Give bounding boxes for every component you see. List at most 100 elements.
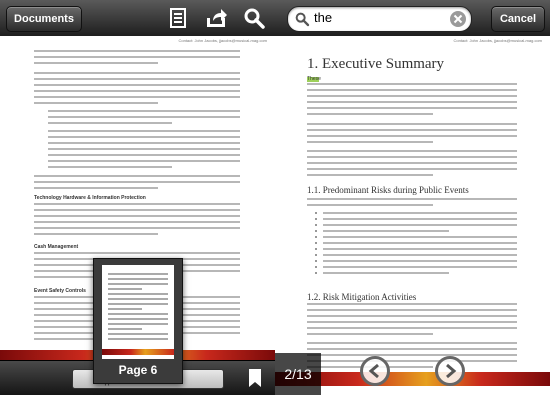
- next-page-button[interactable]: [435, 356, 465, 386]
- section-heading: Technology Hardware & Information Protec…: [34, 195, 146, 201]
- text-line: [323, 236, 517, 238]
- text-line: [307, 348, 517, 350]
- text-line: [323, 218, 517, 220]
- text-line: [323, 248, 517, 250]
- highlighted-word: These: [307, 76, 321, 82]
- document-viewer-left: Documents Contact: John Jacobs, jjacobs@…: [0, 0, 275, 395]
- text-line: [34, 84, 240, 86]
- bullet: [315, 212, 317, 214]
- text-line: [34, 227, 240, 229]
- page-counter: 2/13: [275, 353, 321, 395]
- book-icon[interactable]: [166, 6, 190, 30]
- clear-icon[interactable]: [449, 10, 467, 28]
- text-line: [48, 142, 240, 144]
- share-icon[interactable]: [204, 6, 228, 30]
- text-line: [34, 209, 240, 211]
- bullet: [315, 236, 317, 238]
- text-line: [34, 233, 158, 235]
- text-line: [307, 162, 517, 164]
- bullet: [315, 272, 317, 274]
- thumb-line: [108, 278, 168, 280]
- previous-page-button[interactable]: [360, 356, 390, 386]
- arrow-left-icon: [368, 363, 379, 379]
- search-icon[interactable]: [242, 6, 266, 30]
- text-line: [34, 62, 158, 64]
- thumb-line: [108, 303, 168, 305]
- thumb-line: [108, 338, 168, 340]
- text-line: [307, 135, 517, 137]
- text-line: [307, 303, 517, 305]
- text-line: [307, 107, 517, 109]
- thumb-line: [108, 273, 168, 275]
- contact-line: Contact: John Jacobs, jjacobs@musical-ma…: [178, 38, 267, 43]
- text-line: [323, 272, 449, 274]
- left-toolbar: Documents: [0, 0, 275, 37]
- search-toolbar: the Cancel: [275, 0, 550, 37]
- bullet: [315, 254, 317, 256]
- text-line: [307, 321, 517, 323]
- thumb-line: [108, 283, 168, 285]
- thumb-line: [108, 293, 168, 295]
- thumb-line: [108, 313, 168, 315]
- text-line: [34, 187, 158, 189]
- page-label: Page 6: [118, 363, 158, 377]
- text-line: [34, 203, 240, 205]
- section-heading: Event Safety Controls: [34, 288, 86, 294]
- text-line: [307, 327, 517, 329]
- text-line: [34, 181, 240, 183]
- thumb-line: [108, 328, 142, 330]
- text-line: [34, 96, 240, 98]
- bullet: [315, 218, 317, 220]
- search-input[interactable]: the: [287, 6, 472, 32]
- text-line: [323, 230, 449, 232]
- text-line: [307, 315, 517, 317]
- bookmark-icon[interactable]: [248, 369, 262, 387]
- text-line: [34, 221, 240, 223]
- thumb-line: [108, 323, 168, 325]
- text-line: [34, 72, 240, 74]
- text-line: [34, 90, 240, 92]
- text-line: [48, 148, 240, 150]
- text-line: [48, 122, 172, 124]
- page-thumbnail: [102, 265, 174, 359]
- documents-button[interactable]: Documents: [6, 6, 82, 32]
- text-line: [307, 83, 517, 85]
- text-line: [307, 89, 517, 91]
- section-heading: Cash Management: [34, 244, 79, 250]
- thumb-line: [108, 308, 142, 310]
- text-line: [307, 141, 433, 143]
- cancel-button[interactable]: Cancel: [491, 6, 545, 32]
- text-line: [323, 212, 517, 214]
- search-icon: [295, 12, 310, 27]
- text-line: [307, 113, 433, 115]
- text-line: [323, 254, 517, 256]
- thumb-line: [108, 318, 168, 320]
- text-line: [307, 95, 517, 97]
- thumb-line: [108, 298, 168, 300]
- bullet: [315, 266, 317, 268]
- text-line: [48, 160, 240, 162]
- bullet: [315, 242, 317, 244]
- text-line: [34, 215, 240, 217]
- text-line: [307, 204, 433, 206]
- text-line: [307, 174, 433, 176]
- contact-line: Contact: John Jacobs, jjacobs@musical-ma…: [453, 38, 542, 43]
- text-line: [34, 175, 240, 177]
- thumb-line: [108, 288, 142, 290]
- search-text: the: [314, 10, 333, 25]
- thumb-footer: [102, 349, 174, 355]
- thumb-line: [108, 333, 168, 335]
- page-heading: 1. Executive Summary: [307, 56, 445, 72]
- text-line: [48, 154, 240, 156]
- bullet: [315, 224, 317, 226]
- text-line: [323, 260, 517, 262]
- text-line: [48, 116, 240, 118]
- text-line: [48, 166, 172, 168]
- text-line: [307, 354, 517, 356]
- bullet: [315, 260, 317, 262]
- page-thumbnail-popup: Page 6: [93, 258, 183, 384]
- subheading: 1.2. Risk Mitigation Activities: [307, 292, 417, 302]
- text-line: [48, 110, 240, 112]
- text-line: [34, 78, 240, 80]
- text-line: [323, 266, 517, 268]
